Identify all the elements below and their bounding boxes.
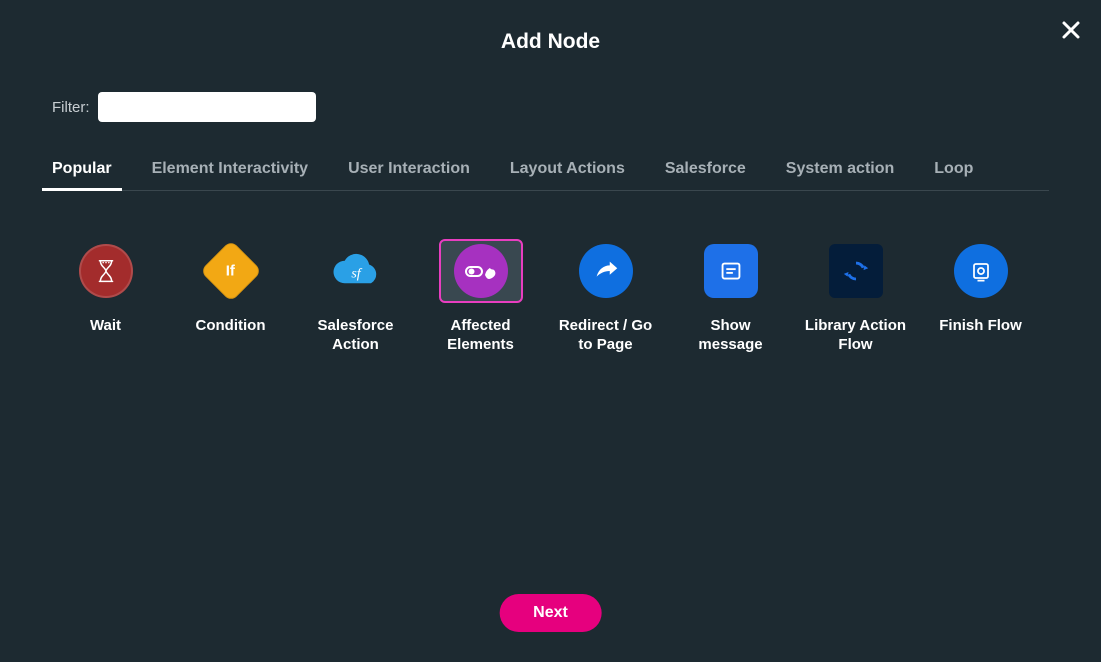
- node-label: Condition: [196, 317, 266, 336]
- node-wait[interactable]: Wait: [52, 239, 159, 355]
- tab-user-interaction[interactable]: User Interaction: [348, 160, 470, 190]
- add-node-modal: Add Node Filter: Popular Element Interac…: [0, 0, 1101, 662]
- node-label: Show message: [677, 317, 784, 355]
- node-finish-flow[interactable]: Finish Flow: [927, 239, 1034, 355]
- node-condition[interactable]: If Condition: [177, 239, 284, 355]
- tabs: Popular Element Interactivity User Inter…: [52, 160, 1049, 191]
- node-label: Library Action Flow: [802, 317, 909, 355]
- message-lines-icon: [704, 244, 758, 298]
- node-icon-wrap: [439, 239, 523, 303]
- filter-row: Filter:: [52, 92, 1049, 122]
- tab-loop[interactable]: Loop: [934, 160, 973, 190]
- cloud-sf-icon: sf: [326, 251, 386, 291]
- close-icon: [1059, 18, 1083, 42]
- node-label: Wait: [90, 317, 121, 336]
- tab-system-action[interactable]: System action: [786, 160, 894, 190]
- close-button[interactable]: [1059, 18, 1083, 42]
- node-label: Finish Flow: [939, 317, 1022, 336]
- node-icon-wrap: [64, 239, 148, 303]
- hourglass-icon: [79, 244, 133, 298]
- filter-input[interactable]: [98, 92, 316, 122]
- node-label: Salesforce Action: [302, 317, 409, 355]
- sync-arrows-icon: [829, 244, 883, 298]
- node-salesforce-action[interactable]: sf Salesforce Action: [302, 239, 409, 355]
- branch-icon: If: [199, 240, 261, 302]
- node-label: Redirect / Go to Page: [552, 317, 659, 355]
- hand-toggle-icon: [454, 244, 508, 298]
- node-label: Affected Elements: [427, 317, 534, 355]
- stop-square-icon: [954, 244, 1008, 298]
- tab-layout-actions[interactable]: Layout Actions: [510, 160, 625, 190]
- node-show-message[interactable]: Show message: [677, 239, 784, 355]
- node-icon-wrap: [689, 239, 773, 303]
- redirect-arrow-icon: [579, 244, 633, 298]
- tab-popular[interactable]: Popular: [52, 160, 112, 190]
- node-icon-wrap: [814, 239, 898, 303]
- node-icon-wrap: If: [189, 239, 273, 303]
- tab-salesforce[interactable]: Salesforce: [665, 160, 746, 190]
- node-grid: Wait If Condition sf Salesforce Act: [52, 239, 1049, 355]
- node-affected-elements[interactable]: Affected Elements: [427, 239, 534, 355]
- filter-label: Filter:: [52, 99, 90, 116]
- node-library-action-flow[interactable]: Library Action Flow: [802, 239, 909, 355]
- node-icon-wrap: sf: [314, 239, 398, 303]
- tab-element-interactivity[interactable]: Element Interactivity: [152, 160, 309, 190]
- next-button[interactable]: Next: [499, 594, 602, 632]
- modal-title: Add Node: [52, 30, 1049, 54]
- node-icon-wrap: [939, 239, 1023, 303]
- node-icon-wrap: [564, 239, 648, 303]
- node-redirect[interactable]: Redirect / Go to Page: [552, 239, 659, 355]
